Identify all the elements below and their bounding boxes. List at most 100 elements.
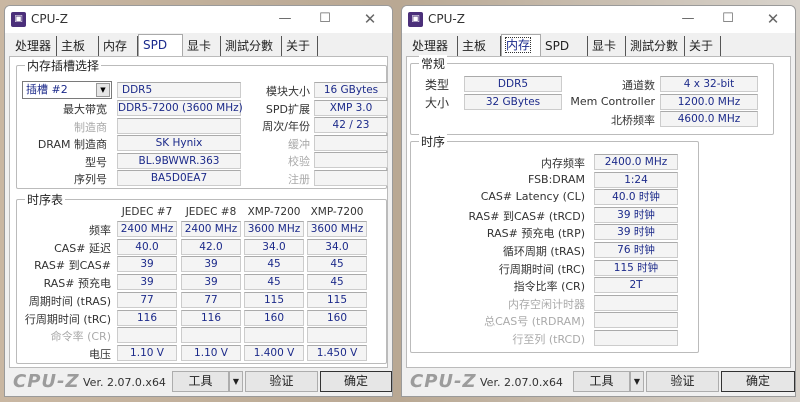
tab-label: 处理器: [412, 39, 449, 53]
timing-row-label: 行周期时间 (tRC): [24, 312, 111, 326]
tab-0[interactable]: 处理器: [408, 36, 458, 56]
tab-label: 主板: [462, 39, 487, 53]
timings-group: 时序 内存频率 2400.0 MHz FSB:DRAM 1:24 CAS# Latency…: [410, 133, 699, 353]
tab-6[interactable]: 关于: [282, 36, 318, 56]
tools-dropdown-button[interactable]: ▼: [229, 371, 243, 392]
timings-table-group: 时序表 JEDEC #7 JEDEC #8 XMP-7200 XMP-7200 频率 240…: [16, 191, 387, 364]
tab-3[interactable]: SPD: [138, 34, 183, 56]
maximize-button[interactable]: ☐: [314, 10, 336, 28]
timing-label: 内存空闲计时器: [508, 297, 585, 311]
tab-2[interactable]: 内存: [99, 36, 138, 56]
field-value: [314, 152, 388, 168]
field-value: [117, 117, 241, 134]
tools-button[interactable]: 工具: [573, 371, 630, 392]
tab-label: 显卡: [592, 39, 617, 53]
close-button[interactable]: ✕: [359, 10, 381, 28]
field-value: XMP 3.0: [314, 99, 388, 116]
timing-value: 2400.0 MHz: [594, 154, 678, 170]
field-value: 4600.0 MHz: [660, 111, 758, 127]
minimize-button[interactable]: —: [274, 10, 296, 28]
ok-button[interactable]: 确定: [320, 371, 392, 392]
timing-value: 45: [244, 274, 304, 291]
field-value: DDR5-7200 (3600 MHz): [117, 100, 243, 116]
tab-label: 关于: [689, 39, 714, 53]
timing-value: 42.0: [181, 238, 241, 255]
minimize-button[interactable]: —: [677, 10, 699, 28]
field-label: DRAM 制造商: [37, 138, 107, 151]
tab-4[interactable]: 显卡: [183, 36, 221, 56]
timing-value: 39: [181, 256, 241, 273]
maximize-button[interactable]: ☐: [717, 10, 739, 28]
timing-value: [181, 327, 241, 344]
timing-value: 77: [117, 291, 177, 308]
timing-value: 1:24: [594, 171, 678, 188]
tab-label: 关于: [286, 39, 311, 53]
field-label: 注册: [288, 172, 310, 186]
tab-0[interactable]: 处理器: [11, 36, 57, 56]
timing-value: 2400 MHz: [117, 221, 177, 237]
timing-value: 39: [117, 274, 177, 291]
timing-value: 77: [181, 291, 241, 308]
tab-label: 内存: [103, 39, 128, 53]
cpuz-app-icon: ▣: [408, 12, 423, 27]
tab-5[interactable]: 測試分數: [221, 36, 282, 56]
group-title: 常规: [419, 55, 448, 72]
field-label: 序列号: [74, 173, 107, 186]
timing-label: FSB:DRAM: [527, 172, 585, 186]
cpuz-logo: CPU-Z: [410, 371, 477, 392]
tab-1[interactable]: 主板: [57, 36, 99, 56]
field-label: 北桥频率: [611, 114, 655, 127]
timing-row-label: 频率: [89, 224, 111, 237]
version-text: Ver. 2.07.0.x64: [83, 376, 166, 389]
field-value: BL.9BWWR.363: [117, 152, 241, 169]
window-title: CPU-Z: [31, 12, 68, 26]
timing-value: 1.450 V: [307, 344, 367, 361]
tab-2[interactable]: 内存: [501, 34, 541, 56]
timing-value: 39: [181, 274, 241, 291]
field-label: 周次/年份: [262, 120, 310, 133]
field-value: [314, 169, 388, 186]
slot-select[interactable]: 插槽 #2 ▼: [22, 81, 112, 99]
tab-label: 測試分數: [225, 39, 274, 53]
tools-button[interactable]: 工具: [172, 371, 229, 392]
tab-1[interactable]: 主板: [458, 36, 501, 56]
timing-value: 76 时钟: [594, 242, 678, 258]
close-button[interactable]: ✕: [762, 10, 784, 28]
title-bar: ▣ CPU-Z — ☐ ✕: [402, 6, 795, 33]
timing-label: RAS# 到CAS# (tRCD): [468, 209, 585, 223]
timing-row-label: RAS# 到CAS#: [34, 259, 111, 273]
version-text: Ver. 2.07.0.x64: [480, 376, 563, 389]
cpuz-window-spd: ▣ CPU-Z — ☐ ✕ 处理器 主板 内存 SPD 显卡 測試分數 关于 内存插槽选择 插槽 #2 ▼ D…: [4, 5, 393, 397]
tab-label: SPD: [545, 39, 570, 53]
timing-value: 115: [307, 291, 367, 308]
tab-4[interactable]: 显卡: [588, 36, 626, 56]
tab-panel: 内存插槽选择 插槽 #2 ▼ DDR5 最大带宽 DDR5-7200 (3600 MHz)…: [9, 56, 388, 368]
validate-button[interactable]: 验证: [245, 371, 318, 392]
timing-value: 45: [244, 256, 304, 273]
ok-button[interactable]: 确定: [721, 371, 795, 392]
timing-value: 1.10 V: [117, 344, 177, 361]
timing-row-label: 命令率 (CR): [50, 330, 111, 344]
validate-button[interactable]: 验证: [646, 371, 719, 392]
timing-value: 39 时钟: [594, 224, 678, 241]
field-value: 42 / 23: [314, 117, 388, 133]
tab-3[interactable]: SPD: [541, 36, 588, 56]
timing-value: [594, 330, 678, 346]
group-title: 时序: [419, 133, 448, 150]
tab-5[interactable]: 測試分數: [626, 36, 685, 56]
timing-value: 1.400 V: [244, 344, 304, 361]
cpuz-app-icon: ▣: [11, 12, 26, 27]
timing-value: 3600 MHz: [244, 221, 304, 237]
timing-value: 115: [244, 291, 304, 308]
timing-value: 115 时钟: [594, 259, 678, 276]
tab-label: 处理器: [15, 39, 52, 53]
field-label: 缓冲: [288, 137, 310, 151]
memory-type-value: DDR5: [117, 82, 241, 98]
field-label: 校验: [288, 155, 310, 168]
field-value: DDR5: [464, 76, 562, 92]
tab-6[interactable]: 关于: [685, 36, 721, 56]
timing-value: 39: [117, 256, 177, 273]
timing-value: 45: [307, 256, 367, 273]
timing-value: 34.0: [307, 238, 367, 255]
tools-dropdown-button[interactable]: ▼: [630, 371, 644, 392]
